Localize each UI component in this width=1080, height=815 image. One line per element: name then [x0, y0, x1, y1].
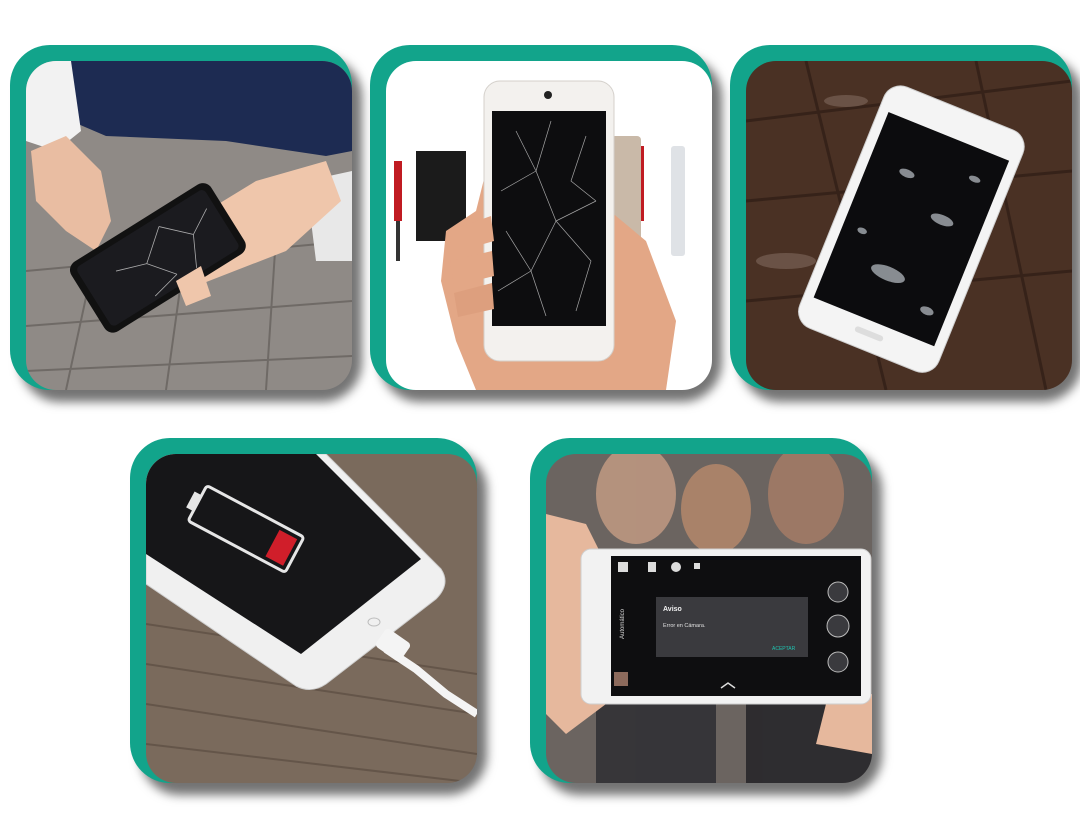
- tile-wet-phone-table: [730, 45, 1072, 390]
- photo-low-battery-charging: [146, 454, 477, 783]
- photo-camera-error: Aviso Error en Cámara. ACEPTAR Automátic…: [546, 454, 872, 783]
- shutter-button-icon: [826, 614, 850, 638]
- tile-low-battery-charging: [130, 438, 477, 783]
- tile-cracked-phone-pavement: [10, 45, 352, 390]
- dialog-message: Error en Cámara.: [663, 623, 706, 629]
- dialog-title: Aviso: [663, 606, 682, 613]
- tile-shattered-screen-repair: [370, 45, 712, 390]
- settings-gear-icon: [671, 562, 681, 572]
- shutter-mode-icon: [827, 581, 849, 603]
- photo-wet-phone-table: [746, 61, 1072, 390]
- photo-shattered-screen-repair: [386, 61, 712, 390]
- camera-mode-label: Automático: [620, 608, 626, 639]
- video-button-icon: [827, 651, 849, 673]
- photo-cracked-phone-pavement: [26, 61, 352, 390]
- dialog-accept-button[interactable]: ACEPTAR: [772, 646, 796, 652]
- tile-camera-error: Aviso Error en Cámara. ACEPTAR Automátic…: [530, 438, 872, 783]
